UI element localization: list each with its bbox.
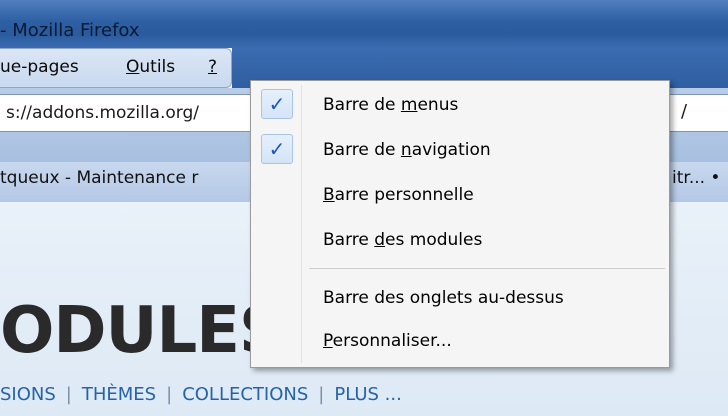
label-accesskey: P: [323, 331, 333, 351]
subnav-link-extensions[interactable]: SIONS: [0, 384, 56, 405]
label-part: es modules: [385, 230, 483, 250]
tab-right[interactable]: itr... •: [672, 168, 728, 196]
menu-item-outils-accesskey: O: [126, 57, 140, 77]
menu-item-outils-label: utils: [139, 57, 176, 77]
url-bar-end-text: /: [681, 101, 688, 122]
context-menu-item-navigation-bar[interactable]: ✓ Barre de navigation: [255, 130, 665, 170]
context-menu-item-label: Barre des onglets au-dessus: [323, 288, 564, 308]
subnav-separator: |: [166, 384, 173, 405]
context-menu-separator: [309, 268, 665, 269]
tab-maintenance[interactable]: tqueux - Maintenance r: [0, 168, 250, 196]
context-menu-item-label: Barre personnelle: [323, 185, 474, 205]
label-part: Barre des onglets au-dessus: [323, 288, 564, 308]
label-part: Barre de: [323, 95, 401, 115]
subnav-link-themes[interactable]: THÈMES: [82, 384, 156, 405]
context-menu-item-tabs-on-top[interactable]: Barre des onglets au-dessus: [255, 278, 665, 318]
context-menu-item-menu-bar[interactable]: ✓ Barre de menus: [255, 85, 665, 125]
checkmark-icon: ✓: [261, 89, 293, 119]
url-bar-end[interactable]: /: [666, 94, 728, 132]
context-menu-item-customize[interactable]: Personnaliser...: [255, 321, 665, 361]
context-menu-item-label: Barre de menus: [323, 95, 458, 115]
label-part: enus: [417, 95, 459, 115]
subnav-link-more[interactable]: PLUS ...: [334, 384, 401, 405]
page-subnav: SIONS | THÈMES | COLLECTIONS | PLUS ...: [0, 384, 402, 405]
menu-item-marque-pages[interactable]: ue-pages: [0, 57, 79, 77]
label-accesskey: B: [323, 185, 335, 205]
label-accesskey: d: [374, 230, 386, 250]
context-menu-item-label: Barre de navigation: [323, 140, 491, 160]
menu-item-marque-pages-label: ue-pages: [0, 57, 79, 77]
label-part: arre personnelle: [334, 185, 474, 205]
toolbar-context-menu: ✓ Barre de menus ✓ Barre de navigation B…: [250, 80, 670, 368]
label-accesskey: n: [400, 140, 412, 160]
label-part: Barre de: [323, 140, 401, 160]
url-bar[interactable]: s://addons.mozilla.org/: [0, 94, 260, 132]
window-title: - Mozilla Firefox: [0, 20, 140, 41]
label-accesskey: m: [400, 95, 418, 115]
menu-item-help-label: ?: [208, 57, 218, 77]
label-part: ersonnaliser...: [332, 331, 452, 351]
subnav-link-collections[interactable]: COLLECTIONS: [182, 384, 308, 405]
context-menu-item-addons-bar[interactable]: Barre des modules: [255, 220, 665, 260]
label-part: Barre: [323, 230, 375, 250]
subnav-separator: |: [65, 384, 72, 405]
menu-item-outils[interactable]: Outils: [126, 57, 175, 77]
window-titlebar: - Mozilla Firefox: [0, 0, 728, 48]
context-menu-item-label: Barre des modules: [323, 230, 482, 250]
subnav-separator: |: [318, 384, 325, 405]
url-text: s://addons.mozilla.org/: [6, 103, 199, 123]
page-heading: ODULES: [0, 294, 285, 368]
context-menu-item-personal-bar[interactable]: Barre personnelle: [255, 175, 665, 215]
checkmark-icon: ✓: [261, 134, 293, 164]
menu-item-help[interactable]: ?: [208, 57, 217, 77]
label-part: avigation: [411, 140, 491, 160]
context-menu-item-label: Personnaliser...: [323, 331, 452, 351]
menubar: ue-pages Outils ?: [0, 48, 232, 88]
